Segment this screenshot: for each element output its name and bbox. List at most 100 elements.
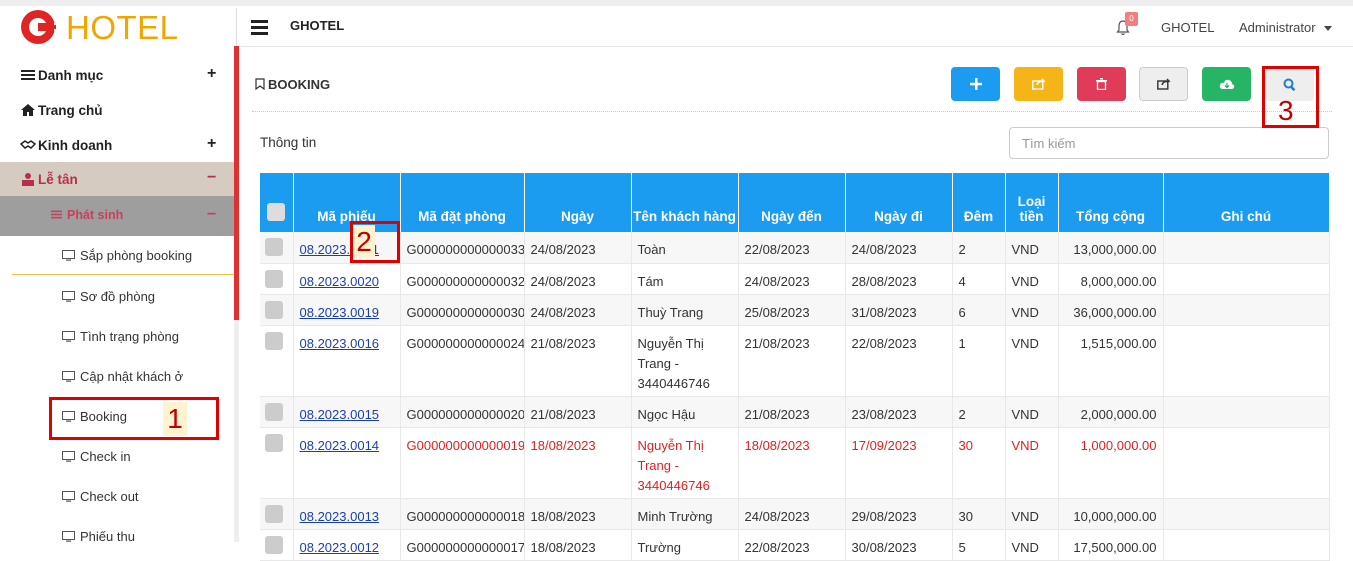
sidebar-item-label: Danh mục bbox=[38, 68, 104, 83]
row-checkbox[interactable] bbox=[260, 263, 294, 295]
sidebar-subitem-so-do-phong[interactable]: Sơ đồ phòng bbox=[0, 279, 234, 315]
ma-dat-phong-cell: G000000000000017 bbox=[400, 529, 525, 561]
column-header[interactable]: Tên khách hàng bbox=[631, 173, 739, 232]
table-row[interactable]: 08.2023.0020 G000000000000032 24/08/2023 Tá… bbox=[260, 263, 1330, 295]
sidebar-subitem-cap-nhat-khach-o[interactable]: Cập nhật khách ở bbox=[0, 359, 234, 395]
sidebar-subitem-label: Tình trạng phòng bbox=[80, 329, 180, 344]
ma-phieu-link[interactable]: 08.2023.0015 bbox=[300, 407, 380, 422]
sidebar-item-label: Lễ tân bbox=[38, 172, 78, 187]
sidebar-item-trang-chu[interactable]: Trang chủ bbox=[0, 93, 234, 127]
sidebar-subitem-check-out[interactable]: Check out bbox=[0, 479, 234, 515]
select-all-checkbox[interactable] bbox=[260, 173, 294, 232]
header-border bbox=[236, 46, 1353, 47]
export-button[interactable] bbox=[1014, 67, 1063, 101]
tong-cong-cell: 10,000,000.00 bbox=[1058, 498, 1164, 530]
sidebar-scrollbar[interactable] bbox=[234, 46, 239, 320]
annotation-label-3: 3 bbox=[1278, 95, 1294, 126]
row-checkbox[interactable] bbox=[260, 498, 294, 530]
ten-khach-hang-cell: Thuỳ Trang bbox=[631, 294, 739, 326]
table-row[interactable]: 08.2023.0019 G000000000000030 24/08/2023 Th… bbox=[260, 294, 1330, 326]
user-menu[interactable]: Administrator bbox=[1239, 20, 1332, 35]
download-button[interactable] bbox=[1202, 67, 1251, 101]
row-checkbox[interactable] bbox=[260, 396, 294, 428]
sidebar-group-phat-sinh[interactable]: Phát sinh − bbox=[0, 196, 234, 236]
table-row[interactable]: 08.2023.0013 G000000000000018 18/08/2023 Mi… bbox=[260, 498, 1330, 530]
app-title: GHOTEL bbox=[290, 18, 345, 33]
logo-text: HOTEL bbox=[66, 9, 179, 46]
menu-toggle-icon[interactable] bbox=[251, 20, 268, 35]
column-header[interactable]: Đêm bbox=[952, 173, 1006, 232]
ten-khach-hang-cell: Ngọc Hậu bbox=[631, 396, 739, 428]
sidebar-subitem-label: Check in bbox=[80, 449, 131, 464]
ma-phieu-link[interactable]: 08.2023.0013 bbox=[300, 509, 380, 524]
monitor-icon bbox=[62, 331, 75, 342]
column-header[interactable]: Loại tiền bbox=[1005, 173, 1059, 232]
ma-phieu-cell: 08.2023.0013 bbox=[293, 498, 401, 530]
page-title: BOOKING bbox=[255, 77, 330, 92]
dem-cell: 5 bbox=[952, 529, 1006, 561]
table-row[interactable]: 08.2023.0015 G000000000000020 21/08/2023 Ng… bbox=[260, 396, 1330, 428]
user-name: Administrator bbox=[1239, 20, 1316, 35]
ten-khach-hang-cell: Tám bbox=[631, 263, 739, 295]
ngay-den-cell: 24/08/2023 bbox=[738, 498, 846, 530]
g-logo-icon bbox=[21, 10, 58, 44]
row-checkbox[interactable] bbox=[260, 427, 294, 499]
logo[interactable]: HOTEL bbox=[18, 8, 218, 46]
expand-icon: + bbox=[207, 65, 217, 82]
ma-dat-phong-cell: G000000000000019 bbox=[400, 427, 525, 499]
ma-phieu-link[interactable]: 08.2023.0014 bbox=[300, 438, 380, 453]
ma-phieu-link[interactable]: 08.2023.0020 bbox=[300, 274, 380, 289]
ma-phieu-cell: 08.2023.0015 bbox=[293, 396, 401, 428]
table-row[interactable]: 08.2023.0012 G000000000000017 18/08/2023 Tr… bbox=[260, 529, 1330, 561]
top-strip bbox=[0, 0, 1353, 6]
monitor-icon bbox=[62, 371, 75, 382]
sidebar-item-le-tan[interactable]: Lễ tân − bbox=[0, 162, 234, 196]
share-button[interactable] bbox=[1139, 67, 1188, 101]
loai-tien-cell: VND bbox=[1005, 498, 1059, 530]
row-checkbox[interactable] bbox=[260, 529, 294, 561]
add-button[interactable] bbox=[951, 67, 1000, 101]
ghi-chu-cell bbox=[1163, 529, 1330, 561]
column-header[interactable]: Tổng cộng bbox=[1058, 173, 1164, 232]
sidebar-subitem-check-in[interactable]: Check in bbox=[0, 439, 234, 475]
org-link[interactable]: GHOTEL bbox=[1161, 20, 1214, 35]
column-header[interactable]: Ghi chú bbox=[1163, 173, 1330, 232]
ma-dat-phong-cell: G000000000000020 bbox=[400, 396, 525, 428]
ten-khach-hang-cell: Trường bbox=[631, 529, 739, 561]
booking-table: Mã phiếu Mã đặt phòng Ngày Tên khách hàn… bbox=[260, 173, 1330, 561]
ma-phieu-link[interactable]: 08.2023.0016 bbox=[300, 336, 380, 351]
ma-phieu-link[interactable]: 08.2023.0019 bbox=[300, 305, 380, 320]
sidebar-subitem-sap-phong-booking[interactable]: Sắp phòng booking bbox=[12, 238, 234, 275]
ngay-den-cell: 22/08/2023 bbox=[738, 529, 846, 561]
ma-phieu-cell: 08.2023.0012 bbox=[293, 529, 401, 561]
search-input[interactable] bbox=[1009, 127, 1329, 159]
sidebar-subitem-tinh-trang-phong[interactable]: Tình trạng phòng bbox=[0, 319, 234, 355]
ngay-den-cell: 21/08/2023 bbox=[738, 325, 846, 397]
ngay-di-cell: 23/08/2023 bbox=[845, 396, 953, 428]
sidebar-item-danh-muc[interactable]: Danh mục + bbox=[0, 58, 234, 92]
row-checkbox[interactable] bbox=[260, 232, 294, 264]
table-row[interactable]: 08.2023.0014 G000000000000019 18/08/2023 Ng… bbox=[260, 427, 1330, 499]
row-checkbox[interactable] bbox=[260, 325, 294, 397]
ghi-chu-cell bbox=[1163, 396, 1330, 428]
loai-tien-cell: VND bbox=[1005, 325, 1059, 397]
column-header[interactable]: Ngày đến bbox=[738, 173, 846, 232]
tong-cong-cell: 2,000,000.00 bbox=[1058, 396, 1164, 428]
row-checkbox[interactable] bbox=[260, 294, 294, 326]
column-header[interactable]: Ngày đi bbox=[845, 173, 953, 232]
ngay-di-cell: 31/08/2023 bbox=[845, 294, 953, 326]
table-row[interactable]: 08.2023.0016 G000000000000024 21/08/2023 Ng… bbox=[260, 325, 1330, 397]
notification-badge: 0 bbox=[1125, 12, 1138, 26]
delete-button[interactable] bbox=[1077, 67, 1126, 101]
title-divider bbox=[252, 111, 1332, 112]
share-icon bbox=[1031, 78, 1046, 90]
column-header[interactable]: Ngày bbox=[524, 173, 632, 232]
ngay-cell: 24/08/2023 bbox=[524, 263, 632, 295]
column-header[interactable]: Mã đặt phòng bbox=[400, 173, 525, 232]
monitor-icon bbox=[62, 451, 75, 462]
table-row[interactable]: 08.2023.0021 G000000000000033 24/08/2023 To… bbox=[260, 232, 1330, 264]
sidebar-item-kinh-doanh[interactable]: Kinh doanh + bbox=[0, 128, 234, 162]
home-icon bbox=[21, 104, 35, 116]
sidebar-subitem-phieu-thu[interactable]: Phiếu thu bbox=[0, 519, 234, 555]
annotation-label-2: 2 bbox=[353, 225, 375, 258]
